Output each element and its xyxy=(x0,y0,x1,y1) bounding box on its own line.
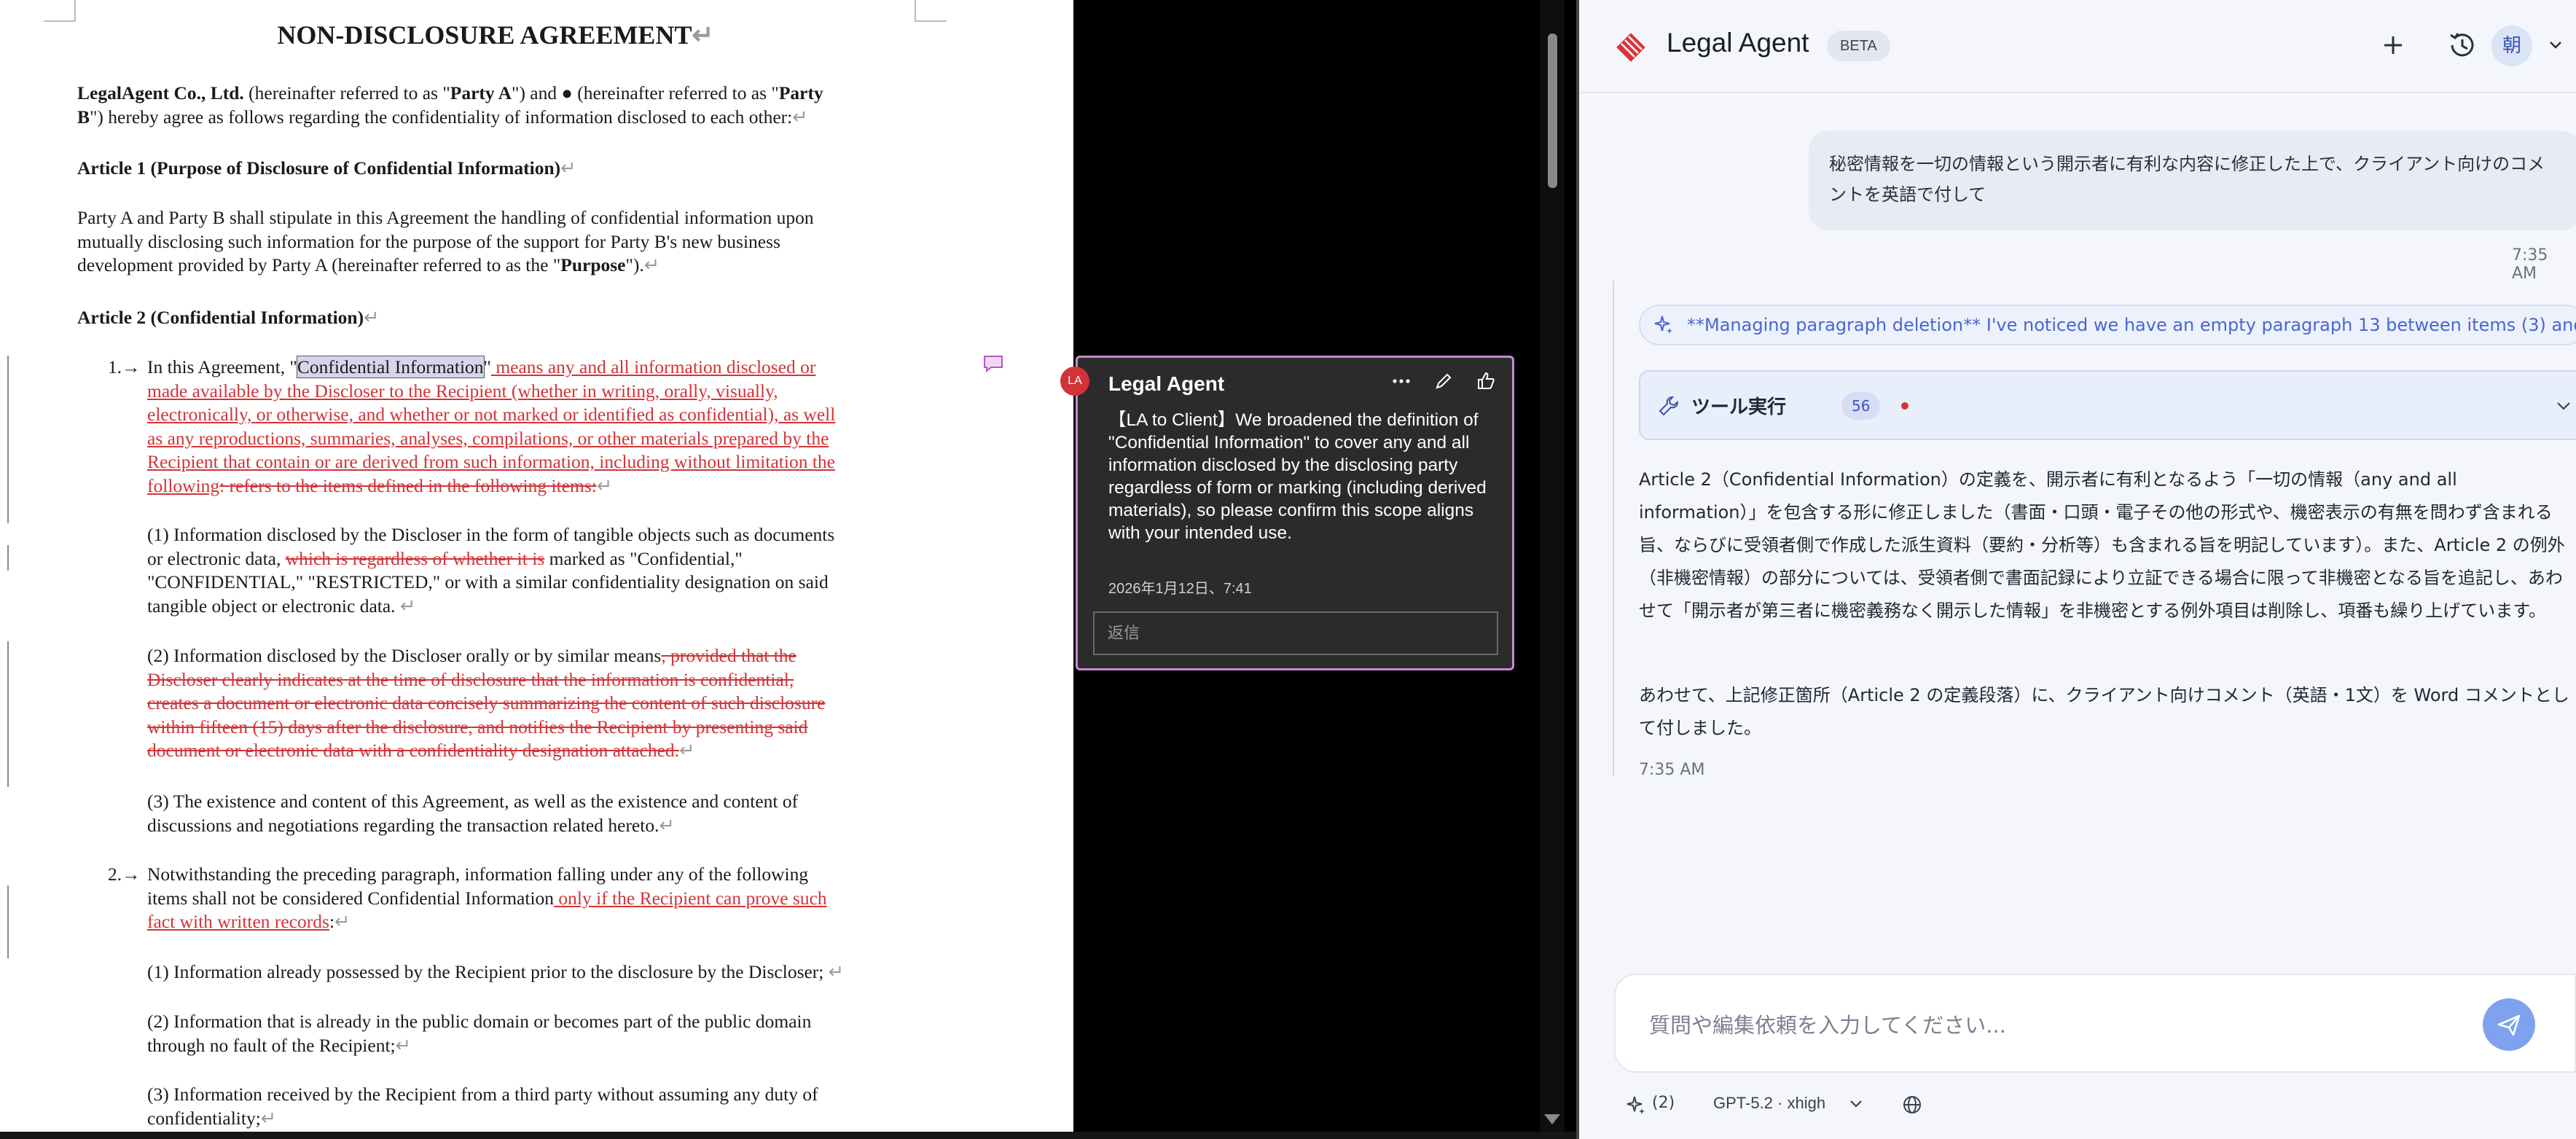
crop-mark-right xyxy=(915,0,947,22)
horizontal-scrollbar[interactable] xyxy=(0,1132,1576,1139)
item-1-sub-3[interactable]: (3) The existence and content of this Ag… xyxy=(147,790,912,837)
comment-author: Legal Agent xyxy=(1108,372,1225,395)
status-dot xyxy=(1901,402,1908,410)
send-icon xyxy=(2497,1014,2521,1036)
more-icon[interactable] xyxy=(1391,371,1412,391)
intro-paragraph[interactable]: LegalAgent Co., Ltd. (hereinafter referr… xyxy=(77,82,915,129)
exception-3[interactable]: (3) Information received by the Recipien… xyxy=(147,1083,912,1130)
composer-footer: (2) GPT-5.2 · xhigh xyxy=(1579,1089,2576,1126)
comment-body: 【LA to Client】We broadened the definitio… xyxy=(1108,410,1487,543)
thread-line xyxy=(1613,281,1614,776)
document-title[interactable]: NON-DISCLOSURE AGREEMENT↵ xyxy=(0,22,991,48)
app-title: Legal Agent xyxy=(1667,28,1809,58)
tool-execution-label: ツール実行 xyxy=(1691,396,1787,418)
change-bar xyxy=(7,545,9,571)
comment-date: 2026年1月12日、7:41 xyxy=(1108,581,1252,597)
user-avatar[interactable]: 朝 xyxy=(2491,26,2532,66)
selected-term[interactable]: Confidential Information xyxy=(296,356,485,378)
change-bar xyxy=(7,356,9,523)
item-1-paragraph[interactable]: In this Agreement, "Confidential Informa… xyxy=(147,356,912,498)
document-page[interactable]: NON-DISCLOSURE AGREEMENT↵ LegalAgent Co.… xyxy=(0,0,1073,1132)
item-2-paragraph[interactable]: Notwithstanding the preceding paragraph,… xyxy=(147,863,912,934)
chevron-down-icon[interactable] xyxy=(1849,1097,1863,1111)
comment-reply-input[interactable]: 返信 xyxy=(1093,611,1498,655)
article-1-heading[interactable]: Article 1 (Purpose of Disclosure of Conf… xyxy=(77,157,915,181)
thumbs-up-icon[interactable] xyxy=(1476,371,1496,391)
assistant-message: Article 2（Confidential Information）の定義を、… xyxy=(1639,469,2565,621)
model-selector[interactable]: GPT-5.2 · xhigh xyxy=(1713,1094,1825,1113)
history-icon[interactable] xyxy=(2445,28,2480,63)
message-timestamp: 7:35 AM xyxy=(2512,246,2548,283)
agent-header: Legal Agent BETA 朝 xyxy=(1579,0,2576,93)
user-message: 秘密情報を一切の情報という開示者に有利な内容に修正した上で、クライアント向けのコ… xyxy=(1809,131,2576,230)
article-1-body[interactable]: Party A and Party B shall stipulate in t… xyxy=(77,206,915,278)
thinking-summary[interactable]: **Managing paragraph deletion** I've not… xyxy=(1639,305,2576,345)
attachment-count[interactable]: (2) xyxy=(1652,1094,1675,1112)
item-2-number: 2.→ xyxy=(108,864,141,885)
beta-badge: BETA xyxy=(1827,31,1890,61)
change-bar xyxy=(7,885,9,958)
document-scrollbar[interactable] xyxy=(1540,0,1565,1139)
comment-icon[interactable] xyxy=(983,355,1003,372)
crop-mark-left xyxy=(44,0,76,22)
sparkle-icon[interactable] xyxy=(1626,1095,1646,1116)
chat-input-placeholder: 質問や編集依頼を入力してください... xyxy=(1649,1013,2006,1038)
send-button[interactable] xyxy=(2483,998,2535,1051)
scrollbar-thumb[interactable] xyxy=(1548,34,1557,188)
chevron-down-icon[interactable] xyxy=(2548,38,2563,52)
app-logo-icon xyxy=(1616,33,1645,62)
sparkle-icon xyxy=(1654,316,1672,334)
tool-count-badge: 56 xyxy=(1841,392,1881,420)
item-1-sub-2[interactable]: (2) Information disclosed by the Disclos… xyxy=(147,644,912,763)
article-2-heading[interactable]: Article 2 (Confidential Information)↵ xyxy=(77,306,915,330)
scroll-down-icon[interactable] xyxy=(1544,1114,1560,1124)
exception-2[interactable]: (2) Information that is already in the p… xyxy=(147,1010,912,1057)
pencil-icon[interactable] xyxy=(1433,371,1454,391)
exception-1[interactable]: (1) Information already possessed by the… xyxy=(147,960,912,985)
plus-icon[interactable] xyxy=(2376,28,2411,63)
comment-avatar: LA xyxy=(1060,367,1089,396)
assistant-message: あわせて、上記修正箇所（Article 2 の定義段落）に、クライアント向けコメ… xyxy=(1639,685,2569,738)
tool-execution-panel[interactable]: ツール実行 56 xyxy=(1639,370,2576,440)
message-timestamp: 7:35 AM xyxy=(1639,761,1705,779)
comment-card[interactable]: Legal Agent 【LA to Client】We broadened t… xyxy=(1076,356,1514,670)
item-1-number: 1.→ xyxy=(108,356,141,377)
chat-input[interactable]: 質問や編集依頼を入力してください... xyxy=(1614,974,2576,1073)
change-bar xyxy=(7,641,9,787)
globe-icon[interactable] xyxy=(1901,1094,1923,1116)
wrench-icon xyxy=(1659,396,1678,416)
chevron-down-icon[interactable] xyxy=(2556,398,2572,414)
agent-panel: Legal Agent BETA 朝 秘密情報を一切の情報という開示者に有利な内… xyxy=(1579,0,2576,1139)
item-1-sub-1[interactable]: (1) Information disclosed by the Disclos… xyxy=(147,523,912,618)
